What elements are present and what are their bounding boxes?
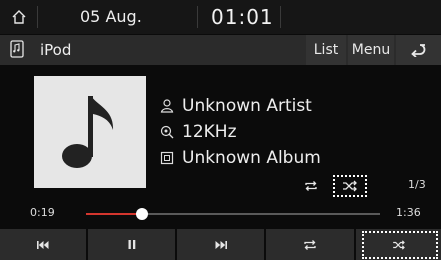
home-icon	[12, 10, 25, 24]
sample-rate-text: 12KHz	[182, 122, 237, 142]
divider	[197, 6, 198, 28]
back-arrow-icon	[410, 44, 425, 57]
album-name: Unknown Album	[182, 148, 321, 168]
previous-button[interactable]	[0, 229, 86, 260]
album-art	[34, 76, 146, 188]
next-track-icon	[215, 240, 227, 249]
clock-time: 01:01	[211, 5, 274, 29]
progress-bar[interactable]	[86, 208, 380, 220]
shuffle-icon	[343, 180, 357, 192]
list-button[interactable]: List	[306, 35, 346, 65]
elapsed-time: 0:19	[30, 206, 55, 219]
repeat-button[interactable]	[266, 229, 354, 260]
album-icon	[160, 151, 182, 165]
sample-rate-icon	[160, 125, 182, 139]
shuffle-indicator	[333, 175, 367, 197]
music-note-icon	[62, 96, 114, 168]
back-button[interactable]	[396, 35, 441, 65]
person-icon	[160, 99, 182, 113]
artist-name: Unknown Artist	[182, 96, 312, 116]
pause-icon	[128, 240, 135, 249]
album-row: Unknown Album	[160, 146, 321, 170]
total-duration: 1:36	[396, 206, 421, 219]
track-position: 1/3	[408, 178, 426, 191]
pause-button[interactable]	[88, 229, 175, 260]
repeat-icon	[304, 239, 316, 250]
divider	[280, 6, 281, 28]
progress-knob[interactable]	[135, 208, 148, 220]
previous-track-icon	[37, 240, 49, 249]
focus-outline	[362, 231, 438, 259]
source-title: iPod	[40, 41, 72, 59]
repeat-icon	[305, 181, 317, 191]
home-button[interactable]	[0, 0, 37, 34]
date-label: 05 Aug.	[80, 7, 142, 26]
ipod-icon	[10, 40, 24, 58]
artist-row: Unknown Artist	[160, 94, 312, 118]
menu-button[interactable]: Menu	[348, 35, 394, 65]
shuffle-button[interactable]	[356, 229, 441, 260]
divider	[37, 6, 38, 28]
progress-fill	[86, 213, 142, 215]
quality-row: 12KHz	[160, 120, 237, 144]
next-button[interactable]	[177, 229, 264, 260]
repeat-indicator	[300, 176, 322, 196]
